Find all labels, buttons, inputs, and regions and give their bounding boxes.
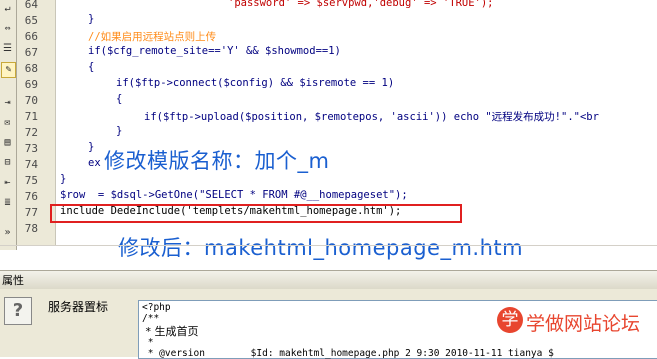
line-number: 70 bbox=[24, 94, 38, 107]
code-line-72: } bbox=[116, 125, 123, 137]
watermark-logo-icon: 学 bbox=[497, 307, 523, 333]
divider bbox=[0, 245, 657, 246]
code-line-65: } bbox=[88, 13, 95, 25]
caption-bottom: 修改后：makehtml_homepage_m.htm bbox=[118, 236, 524, 260]
line-number: 72 bbox=[24, 126, 38, 139]
list-icon[interactable]: ☰ bbox=[1, 42, 14, 56]
line-number: 75 bbox=[24, 174, 38, 187]
outdent-icon[interactable]: ⇤ bbox=[1, 176, 14, 190]
help-icon[interactable]: ? bbox=[4, 297, 32, 325]
line-number: 64 bbox=[24, 0, 38, 11]
properties-panel-header[interactable]: 属性 bbox=[0, 270, 657, 290]
comment-icon[interactable]: ✉ bbox=[1, 116, 14, 130]
panel-title: 属性 bbox=[2, 274, 24, 287]
line-number: 68 bbox=[24, 62, 38, 75]
line-number: 76 bbox=[24, 190, 38, 203]
code-line-67: if($cfg_remote_site=='Y' && $showmod==1) bbox=[88, 45, 341, 57]
source-line: * @version $Id: makehtml_homepage.php 2 … bbox=[142, 348, 554, 359]
select-icon[interactable]: ⇔ bbox=[1, 22, 14, 36]
snippet-icon[interactable]: ▤ bbox=[1, 136, 14, 150]
code-line-70: { bbox=[116, 93, 123, 105]
line-number: 73 bbox=[24, 142, 38, 155]
line-number: 77 bbox=[24, 206, 38, 219]
source-line: <?php bbox=[142, 302, 171, 313]
highlight-icon[interactable]: ✎ bbox=[1, 62, 16, 78]
source-line: * bbox=[142, 337, 154, 348]
code-line-75: } bbox=[60, 173, 67, 185]
code-line-69: if($ftp->connect($config) && $isremote =… bbox=[116, 77, 395, 89]
code-line-76: $row = $dsql->GetOne("SELECT * FROM #@__… bbox=[60, 189, 408, 201]
line-number: 74 bbox=[24, 158, 38, 171]
chevron-down-icon[interactable]: » bbox=[1, 226, 14, 240]
format-icon[interactable]: ⊟ bbox=[1, 156, 14, 170]
code-line-66: //如果启用远程站点则上传 bbox=[88, 31, 217, 43]
code-line-68: { bbox=[88, 61, 95, 73]
code-line-64: 'password' => $servpwd,'debug' => 'TRUE'… bbox=[228, 0, 494, 9]
code-line-71: if($ftp->upload($position, $remotepos, '… bbox=[144, 111, 599, 123]
server-markup-label: 服务器置标 bbox=[48, 300, 109, 314]
syntax-icon[interactable]: ≣ bbox=[1, 196, 14, 210]
indent-icon[interactable]: ⇥ bbox=[1, 96, 14, 110]
line-number: 67 bbox=[24, 46, 38, 59]
code-line-73: } bbox=[88, 141, 95, 153]
caption-top: 修改模版名称：加个_m bbox=[104, 149, 330, 173]
line-number: 78 bbox=[24, 222, 38, 235]
line-number: 71 bbox=[24, 110, 38, 123]
code-line-74: ex bbox=[88, 157, 101, 169]
watermark-text: 学做网站论坛 bbox=[526, 313, 641, 335]
line-number: 66 bbox=[24, 30, 38, 43]
wrap-icon[interactable]: ↵ bbox=[1, 2, 14, 16]
line-number: 69 bbox=[24, 78, 38, 91]
editor-toolbar: ↵ ⇔ ☰ ✎ ⇥ ✉ ▤ ⊟ ⇤ ≣ » bbox=[0, 0, 17, 250]
highlight-box bbox=[50, 204, 462, 223]
line-number: 65 bbox=[24, 14, 38, 27]
